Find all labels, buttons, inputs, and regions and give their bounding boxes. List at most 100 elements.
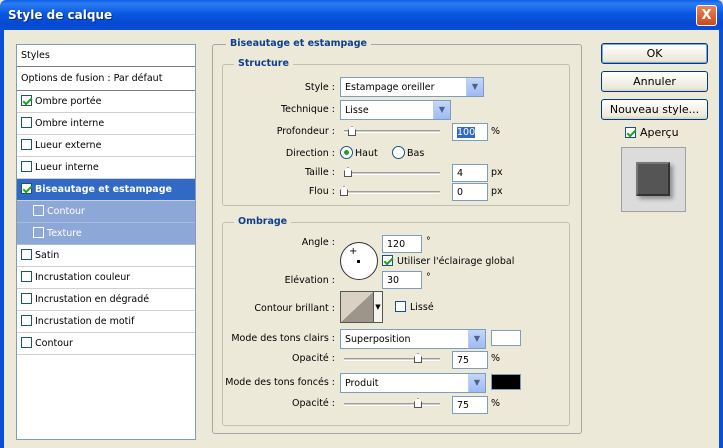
list-item-texture[interactable]: Texture [17, 223, 195, 245]
smooth-checkbox[interactable] [395, 301, 406, 312]
shadow-opacity-label: Opacité : [292, 398, 335, 409]
checkbox-stroke[interactable] [21, 337, 32, 348]
checkbox-contour-sub[interactable] [33, 205, 44, 216]
checkbox-bevel-emboss[interactable] [21, 183, 32, 194]
list-item-drop-shadow[interactable]: Ombre portée [17, 91, 195, 113]
preview-checkbox[interactable] [625, 127, 636, 138]
altitude-label: Elévation : [284, 275, 335, 286]
technique-select[interactable]: Lisse ▼ [340, 100, 451, 120]
highlight-mode-value: Superposition [345, 334, 411, 345]
angle-dial[interactable]: + [340, 242, 378, 280]
chevron-down-icon: ▼ [468, 374, 485, 392]
list-item-label: Lueur interne [35, 162, 99, 173]
list-item-inner-shadow[interactable]: Ombre interne [17, 113, 195, 135]
altitude-unit: ° [426, 272, 431, 283]
shadow-mode-value: Produit [345, 378, 379, 389]
list-item-label: Incrustation de motif [35, 316, 135, 327]
checkbox-color-overlay[interactable] [21, 271, 32, 282]
direction-down-radio[interactable] [392, 146, 405, 159]
list-item-label: Texture [47, 228, 82, 239]
chevron-down-icon: ▼ [466, 78, 483, 96]
contour-curve-icon [341, 292, 373, 322]
ok-button[interactable]: OK [601, 43, 708, 64]
window-title: Style de calque [8, 8, 113, 22]
highlight-opacity-label: Opacité : [292, 353, 335, 364]
checkbox-outer-glow[interactable] [21, 139, 32, 150]
highlight-color-swatch[interactable] [491, 330, 521, 346]
shading-title: Ombrage [234, 216, 292, 227]
cancel-button[interactable]: Annuler [601, 71, 708, 92]
checkbox-gradient-overlay[interactable] [21, 293, 32, 304]
global-light-checkbox[interactable] [382, 255, 393, 266]
list-item-satin[interactable]: Satin [17, 245, 195, 267]
checkbox-texture[interactable] [33, 227, 44, 238]
list-item-stroke[interactable]: Contour [17, 333, 195, 355]
crosshair-icon: + [349, 246, 358, 257]
checkbox-inner-glow[interactable] [21, 161, 32, 172]
blur-input[interactable]: 0 [452, 183, 488, 201]
size-input[interactable]: 4 [452, 164, 488, 182]
style-select[interactable]: Estampage oreiller ▼ [340, 77, 484, 97]
shadow-opacity-unit: % [491, 398, 501, 409]
shadow-color-swatch[interactable] [491, 374, 521, 390]
checkbox-satin[interactable] [21, 249, 32, 260]
new-style-button[interactable]: Nouveau style... [601, 99, 708, 120]
gloss-contour-dropdown[interactable]: ▼ [374, 291, 383, 323]
size-slider[interactable] [344, 172, 440, 175]
blur-label: Flou : [308, 186, 335, 197]
highlight-mode-label: Mode des tons clairs : [231, 333, 335, 344]
list-item-color-overlay[interactable]: Incrustation couleur [17, 267, 195, 289]
styles-list: Styles Options de fusion : Par défaut Om… [16, 44, 196, 440]
list-item-outer-glow[interactable]: Lueur externe [17, 135, 195, 157]
list-item-bevel-emboss[interactable]: Biseautage et estampage [17, 179, 195, 201]
smooth-label: Lissé [410, 302, 434, 313]
window-frame-left [0, 30, 4, 448]
blur-slider[interactable] [344, 191, 440, 194]
global-light-label: Utiliser l'éclairage global [397, 256, 515, 267]
angle-dial-center [357, 260, 360, 263]
structure-title: Structure [234, 58, 293, 69]
checkbox-drop-shadow[interactable] [21, 95, 32, 106]
shadow-opacity-input[interactable]: 75 [452, 396, 488, 414]
direction-up-radio[interactable] [340, 146, 353, 159]
list-item-label: Ombre portée [35, 96, 102, 107]
size-unit: px [491, 167, 503, 178]
depth-label: Profondeur : [276, 126, 335, 137]
angle-input[interactable]: 120 [382, 235, 422, 253]
checkbox-inner-shadow[interactable] [21, 117, 32, 128]
preview-swatch [636, 162, 670, 196]
angle-label: Angle : [301, 237, 335, 248]
depth-input[interactable]: 100 [452, 123, 488, 141]
shadow-mode-select[interactable]: Produit ▼ [340, 373, 486, 393]
shadow-opacity-slider[interactable] [344, 403, 440, 406]
highlight-opacity-unit: % [491, 353, 501, 364]
close-button[interactable]: X [696, 5, 717, 26]
highlight-opacity-slider[interactable] [344, 358, 440, 361]
direction-label: Direction : [285, 148, 335, 159]
list-item-label: Incrustation en dégradé [35, 294, 150, 305]
list-item-label: Lueur externe [35, 140, 102, 151]
style-preview [621, 147, 686, 212]
gloss-contour-label: Contour brillant : [254, 303, 335, 314]
list-item-inner-glow[interactable]: Lueur interne [17, 157, 195, 179]
list-item-label: Biseautage et estampage [35, 184, 172, 195]
blending-options[interactable]: Options de fusion : Par défaut [17, 67, 195, 91]
preview-label: Aperçu [640, 126, 679, 139]
list-item-contour-sub[interactable]: Contour [17, 201, 195, 223]
angle-unit: ° [426, 236, 431, 247]
depth-slider[interactable] [344, 130, 440, 133]
shadow-mode-label: Mode des tons foncés : [225, 377, 335, 388]
gloss-contour-preview[interactable] [340, 291, 374, 323]
checkbox-pattern-overlay[interactable] [21, 315, 32, 326]
highlight-opacity-input[interactable]: 75 [452, 351, 488, 369]
list-item-gradient-overlay[interactable]: Incrustation en dégradé [17, 289, 195, 311]
direction-down-label: Bas [407, 148, 425, 159]
list-item-label: Satin [35, 250, 60, 261]
size-label: Taille : [304, 167, 335, 178]
styles-header[interactable]: Styles [17, 45, 195, 67]
highlight-mode-select[interactable]: Superposition ▼ [340, 329, 486, 349]
altitude-input[interactable]: 30 [382, 271, 422, 289]
bevel-emboss-title: Biseautage et estampage [226, 38, 371, 49]
list-item-pattern-overlay[interactable]: Incrustation de motif [17, 311, 195, 333]
style-select-value: Estampage oreiller [345, 82, 435, 93]
